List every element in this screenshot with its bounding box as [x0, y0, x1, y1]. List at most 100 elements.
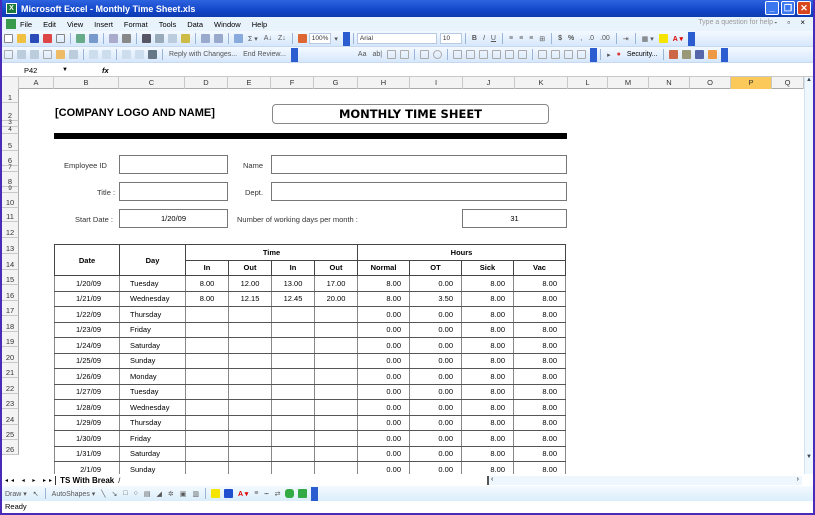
time-out-1-cell[interactable]: [228, 414, 272, 431]
format-painter-icon[interactable]: [181, 34, 190, 43]
date-cell[interactable]: 1/31/09: [54, 445, 120, 462]
arrow-style-icon[interactable]: ⇄: [275, 490, 281, 498]
menu-format[interactable]: Format: [124, 20, 148, 29]
bold-button[interactable]: B: [472, 35, 477, 42]
row-header[interactable]: 23: [2, 394, 19, 409]
new-icon[interactable]: [4, 34, 13, 43]
font-color-icon[interactable]: A ▾: [673, 35, 683, 43]
time-out-2-cell[interactable]: [314, 414, 358, 431]
time-out-1-cell[interactable]: [228, 399, 272, 416]
menu-window[interactable]: Window: [214, 20, 241, 29]
time-in-1-cell[interactable]: [185, 461, 229, 474]
group-box-icon[interactable]: [387, 50, 397, 59]
scroll-bar-icon[interactable]: [505, 50, 515, 59]
date-cell[interactable]: 1/24/09: [54, 337, 120, 354]
document-window-controls[interactable]: - ▫ ×: [774, 18, 809, 27]
name-box[interactable]: P42: [2, 66, 62, 75]
date-cell[interactable]: 1/21/09: [54, 290, 120, 307]
edit-box-form-icon[interactable]: ab|: [372, 51, 382, 58]
row-header[interactable]: 16: [2, 285, 19, 301]
time-in-1-cell[interactable]: [185, 399, 229, 416]
permission-icon[interactable]: [43, 34, 52, 43]
menu-view[interactable]: View: [67, 20, 83, 29]
row-header[interactable]: 26: [2, 440, 19, 455]
title-field[interactable]: [119, 182, 228, 201]
italic-button[interactable]: I: [483, 35, 485, 42]
time-out-2-cell[interactable]: [314, 306, 358, 323]
time-in-1-cell[interactable]: [185, 321, 229, 338]
sick-hours-cell[interactable]: 8.00: [461, 399, 514, 416]
print-preview-icon[interactable]: [89, 34, 98, 43]
label-form-icon[interactable]: Aa: [358, 51, 367, 58]
time-out-1-cell[interactable]: [228, 368, 272, 385]
zoom-select[interactable]: 100%: [308, 33, 332, 44]
column-header[interactable]: M: [608, 77, 649, 89]
normal-hours-cell[interactable]: 8.00: [357, 275, 410, 292]
scroll-right-icon[interactable]: ›: [797, 476, 799, 483]
new-comment-icon[interactable]: [4, 50, 13, 59]
sheet-nav-arrows[interactable]: ◂◂ ◂ ▸ ▸▸: [5, 477, 55, 484]
column-header[interactable]: A: [19, 77, 54, 89]
ink-annotations-icon[interactable]: [102, 50, 111, 59]
employee-id-field[interactable]: [119, 155, 228, 174]
row-header[interactable]: 15: [2, 270, 19, 285]
select-objects-icon[interactable]: ↖: [33, 490, 39, 498]
sick-hours-cell[interactable]: 8.00: [461, 383, 514, 400]
list-box-icon[interactable]: [453, 50, 463, 59]
vac-hours-cell[interactable]: 8.00: [513, 368, 566, 385]
toolbar-options-icon[interactable]: [290, 47, 298, 62]
working-days-field[interactable]: 31: [462, 209, 567, 228]
time-out-2-cell[interactable]: [314, 321, 358, 338]
time-in-1-cell[interactable]: 8.00: [185, 275, 229, 292]
cut-icon[interactable]: [142, 34, 151, 43]
date-cell[interactable]: 1/25/09: [54, 352, 120, 369]
track-changes-icon[interactable]: [89, 50, 98, 59]
font-select[interactable]: Arial: [356, 33, 437, 44]
visual-basic-editor-icon[interactable]: [669, 50, 679, 59]
vac-hours-cell[interactable]: 8.00: [513, 306, 566, 323]
shadow-style-icon[interactable]: [285, 489, 295, 498]
diagram-icon[interactable]: ✲: [168, 490, 174, 498]
time-in-1-cell[interactable]: [185, 430, 229, 447]
copy-icon[interactable]: [155, 34, 164, 43]
time-out-1-cell[interactable]: [228, 445, 272, 462]
indent-icon[interactable]: ⇥: [623, 35, 629, 43]
reply-with-changes-button[interactable]: Reply with Changes...: [169, 51, 237, 58]
ot-hours-cell[interactable]: 0.00: [409, 430, 462, 447]
menu-data[interactable]: Data: [187, 20, 203, 29]
ot-hours-cell[interactable]: 0.00: [409, 399, 462, 416]
option-button-icon[interactable]: [433, 50, 443, 59]
ot-hours-cell[interactable]: 0.00: [409, 337, 462, 354]
date-cell[interactable]: 1/28/09: [54, 399, 120, 416]
time-out-2-cell[interactable]: 20.00: [314, 290, 358, 307]
decrease-decimal-icon[interactable]: .00: [600, 35, 610, 42]
dash-style-icon[interactable]: ┅: [264, 490, 268, 498]
time-out-2-cell[interactable]: 17.00: [314, 275, 358, 292]
font-size-select[interactable]: 10: [439, 33, 462, 44]
clip-art-icon[interactable]: ▣: [180, 490, 187, 498]
row-header[interactable]: 5: [2, 134, 19, 151]
paste-icon[interactable]: [168, 34, 177, 43]
day-cell[interactable]: Thursday: [119, 414, 186, 431]
merge-center-icon[interactable]: ⊞: [539, 35, 545, 43]
sick-hours-cell[interactable]: 8.00: [461, 368, 514, 385]
time-in-1-cell[interactable]: [185, 352, 229, 369]
sick-hours-cell[interactable]: 8.00: [461, 290, 514, 307]
time-out-1-cell[interactable]: [228, 321, 272, 338]
normal-hours-cell[interactable]: 0.00: [357, 337, 410, 354]
day-cell[interactable]: Thursday: [119, 306, 186, 323]
column-header[interactable]: L: [568, 77, 608, 89]
time-in-2-cell[interactable]: [271, 337, 315, 354]
normal-hours-cell[interactable]: 8.00: [357, 290, 410, 307]
spinner-icon[interactable]: [518, 50, 528, 59]
time-out-2-cell[interactable]: [314, 383, 358, 400]
edit-code-icon[interactable]: [551, 50, 561, 59]
select-all-corner[interactable]: [2, 77, 19, 89]
column-header[interactable]: F: [271, 77, 314, 89]
vac-hours-cell[interactable]: 8.00: [513, 461, 566, 474]
normal-hours-cell[interactable]: 0.00: [357, 414, 410, 431]
script-editor-icon[interactable]: [708, 50, 718, 59]
column-header[interactable]: C: [119, 77, 185, 89]
ot-hours-cell[interactable]: 0.00: [409, 321, 462, 338]
vac-hours-cell[interactable]: 8.00: [513, 399, 566, 416]
